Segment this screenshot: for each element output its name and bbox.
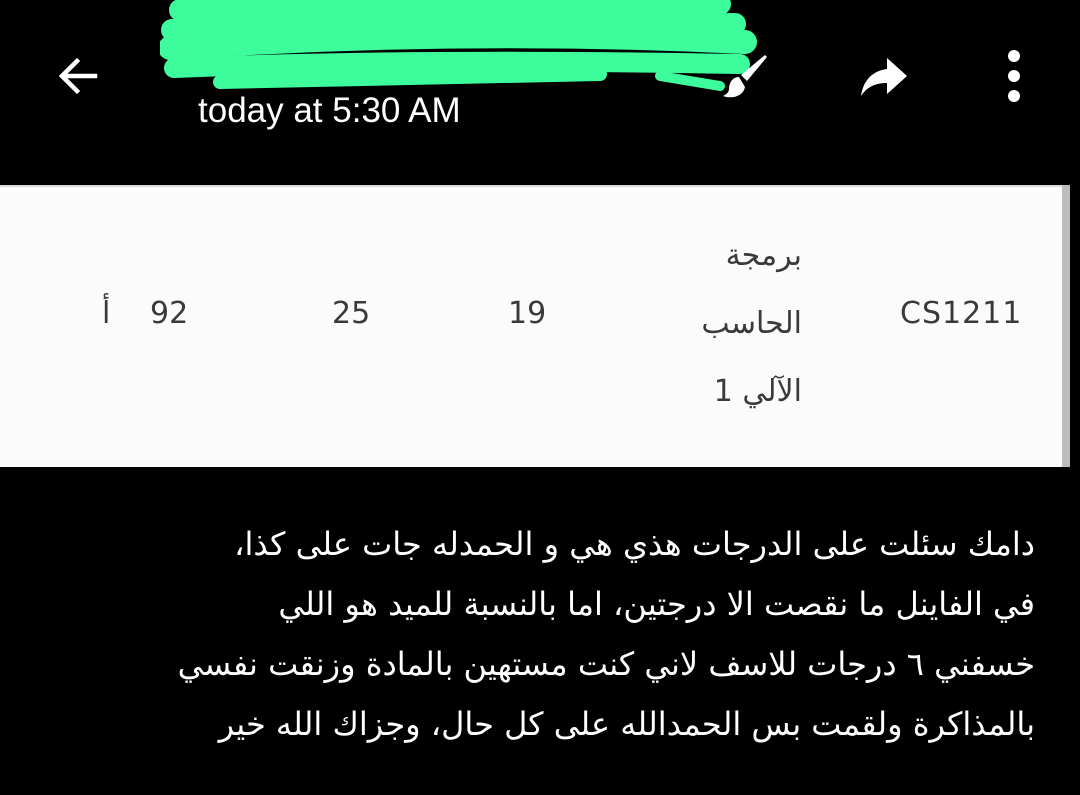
total-grade-cell: 92 [150, 296, 189, 331]
share-arrow-icon [861, 58, 907, 96]
top-app-bar: today at 5:30 AM [0, 0, 1080, 185]
course-name-line: الآلي 1 [713, 374, 802, 409]
back-button[interactable] [48, 46, 108, 106]
message-line: خسفني ٦ درجات للاسف لاني كنت مستهين بالم… [177, 645, 1035, 683]
more-vertical-icon [1008, 50, 1020, 102]
letter-grade-cell: أ [102, 296, 111, 331]
redaction-scribble [160, 0, 757, 91]
message-line: دامك سئلت على الدرجات هذي هي و الحمدله ج… [234, 525, 1035, 563]
course-name-cell: برمجة الحاسب الآلي 1 [701, 222, 802, 426]
course-name-line: الحاسب [701, 306, 802, 341]
final-exam-cell: 25 [332, 296, 371, 331]
message-line: في الفاينل ما نقصت الا درجتين، اما بالنس… [278, 585, 1035, 623]
message-timestamp: today at 5:30 AM [198, 91, 461, 130]
share-button[interactable] [852, 46, 916, 106]
more-options-button[interactable] [990, 44, 1038, 108]
message-body: دامك سئلت على الدرجات هذي هي و الحمدله ج… [30, 514, 1035, 754]
arrow-left-icon [58, 57, 98, 95]
card-edge [1062, 185, 1070, 467]
message-line: بالمذاكرة ولقمت بس الحمدالله على كل حال،… [218, 705, 1035, 743]
course-name-line: برمجة [725, 238, 802, 273]
image-viewer-screen: today at 5:30 AM أ 92 25 19 برمجة الحاسب… [0, 0, 1080, 795]
paint-brush-icon [723, 55, 767, 98]
edit-button[interactable] [712, 44, 778, 106]
midterm-cell: 19 [508, 296, 547, 331]
course-code-cell: CS1211 [900, 296, 1023, 331]
